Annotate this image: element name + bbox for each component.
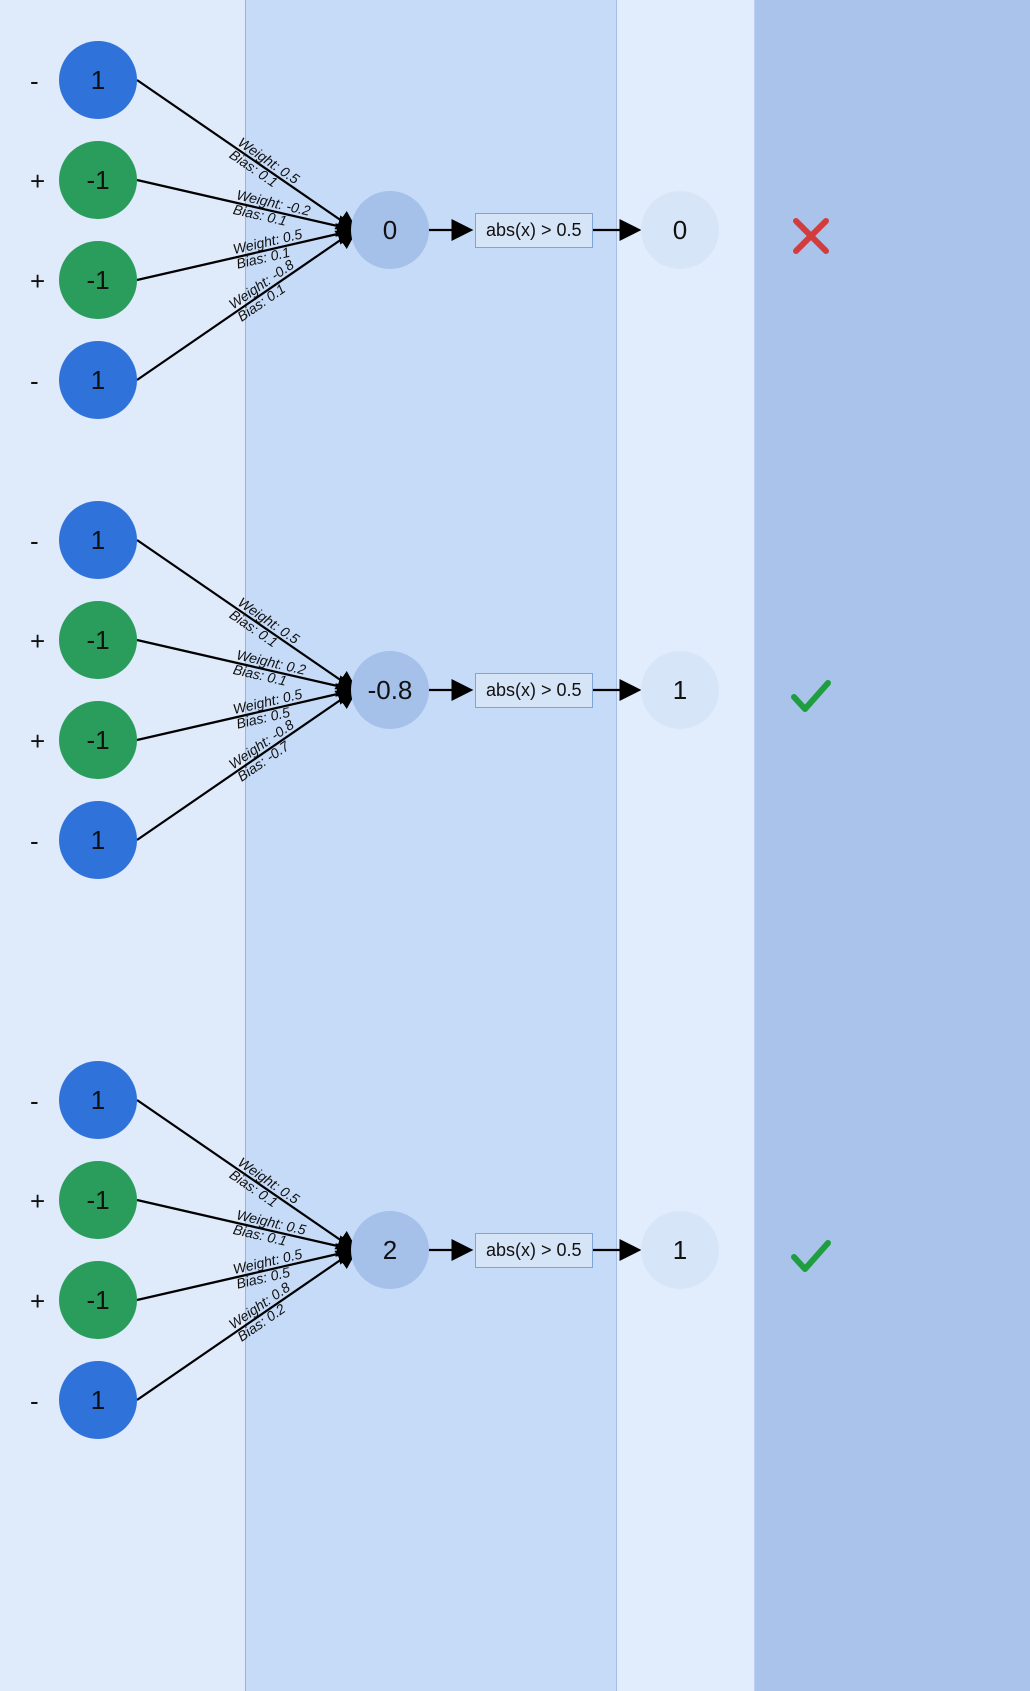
- output-node: 1: [641, 651, 719, 729]
- hidden-node: 0: [351, 191, 429, 269]
- output-node: 1: [641, 1211, 719, 1289]
- input-sign: +: [30, 1286, 45, 1317]
- input-sign: -: [30, 1386, 39, 1417]
- input-sign: +: [30, 166, 45, 197]
- input-sign: -: [30, 526, 39, 557]
- input-sign: +: [30, 626, 45, 657]
- input-node: 1: [59, 1061, 137, 1139]
- activation-box: abs(x) > 0.5: [475, 1233, 593, 1268]
- input-node: 1: [59, 41, 137, 119]
- check-icon: [790, 1235, 832, 1277]
- input-node: -1: [59, 601, 137, 679]
- layer-columns: [0, 0, 1030, 1691]
- input-node: -1: [59, 241, 137, 319]
- check-icon: [790, 675, 832, 717]
- input-sign: -: [30, 1086, 39, 1117]
- output-node: 0: [641, 191, 719, 269]
- input-sign: -: [30, 66, 39, 97]
- input-sign: +: [30, 266, 45, 297]
- cross-icon: [790, 215, 832, 257]
- hidden-node: -0.8: [351, 651, 429, 729]
- input-node: -1: [59, 1161, 137, 1239]
- hidden-node: 2: [351, 1211, 429, 1289]
- input-node: 1: [59, 1361, 137, 1439]
- input-node: 1: [59, 801, 137, 879]
- activation-box: abs(x) > 0.5: [475, 213, 593, 248]
- input-node: -1: [59, 1261, 137, 1339]
- input-node: -1: [59, 141, 137, 219]
- input-node: -1: [59, 701, 137, 779]
- input-node: 1: [59, 501, 137, 579]
- input-sign: +: [30, 1186, 45, 1217]
- input-sign: -: [30, 826, 39, 857]
- activation-box: abs(x) > 0.5: [475, 673, 593, 708]
- input-node: 1: [59, 341, 137, 419]
- input-sign: +: [30, 726, 45, 757]
- input-sign: -: [30, 366, 39, 397]
